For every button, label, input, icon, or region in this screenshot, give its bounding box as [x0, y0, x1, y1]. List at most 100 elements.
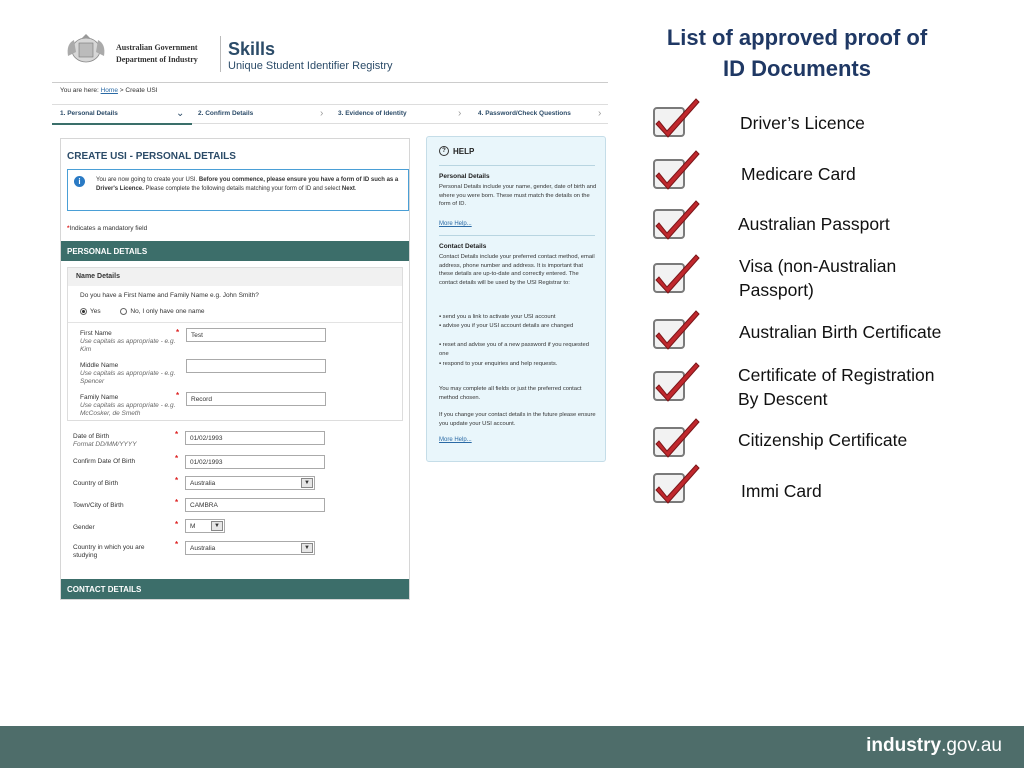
info-text: You are now going to create your USI. Be…	[96, 177, 399, 192]
footer-logo-rest: .gov.au	[941, 735, 1002, 756]
town-of-birth-label: Town/City of Birth	[73, 502, 124, 509]
list-title-line-1: List of approved proof of	[666, 25, 928, 50]
list-title-line-2: ID Documents	[723, 56, 871, 81]
gov-line-1: Australian Government	[116, 43, 198, 52]
chevron-down-icon: ▼	[211, 521, 223, 531]
active-step-indicator	[52, 123, 192, 125]
contact-details-bar: CONTACT DETAILS	[61, 579, 409, 599]
doc-registration-line-2: By Descent	[738, 389, 828, 409]
country-of-birth-value: Australia	[190, 480, 216, 487]
info-box: i You are now going to create your USI. …	[67, 169, 409, 211]
footer-logo: industry.gov.au	[866, 735, 1002, 757]
confirm-dob-input[interactable]: 01/02/1993	[185, 455, 325, 469]
town-of-birth-input[interactable]: CAMBRA	[185, 498, 325, 512]
brand-title: Skills	[228, 39, 276, 59]
country-of-birth-label: Country of Birth	[73, 480, 119, 487]
help-bullet: ▪ respond to your enquiries and help req…	[439, 361, 558, 367]
chevron-down-icon: ▼	[301, 478, 313, 488]
footer-bar: industry.gov.au	[0, 726, 1024, 768]
country-of-study-select[interactable]: Australia ▼	[185, 541, 315, 555]
first-name-label: First Name Use capitals as appropriate -…	[80, 330, 176, 354]
dob-hint: Format DD/MM/YYYY	[73, 441, 137, 448]
help-bullet-text: respond to your enquiries and help reque…	[442, 361, 558, 367]
gender-value: M	[190, 523, 196, 530]
divider	[439, 235, 595, 236]
divider	[52, 82, 608, 83]
checkmark-icon	[650, 416, 702, 462]
help-panel: ? HELP Personal Details Personal Details…	[426, 136, 606, 462]
personal-details-bar: PERSONAL DETAILS	[61, 241, 409, 261]
chevron-right-icon: ›	[320, 108, 324, 119]
middle-name-input[interactable]	[186, 359, 326, 373]
checkmark-icon	[650, 308, 702, 354]
divider	[68, 322, 402, 323]
form-title: CREATE USI - PERSONAL DETAILS	[67, 151, 236, 162]
radio-no[interactable]	[120, 308, 128, 315]
divider	[220, 36, 221, 72]
name-radio-group: Yes No, I only have one name	[80, 308, 205, 315]
chevron-down-icon: ▼	[301, 543, 313, 553]
step-password-questions[interactable]: 4. Password/Check Questions	[478, 110, 571, 117]
breadcrumb-current: Create USI	[125, 87, 158, 94]
brand-subtitle: Unique Student Identifier Registry	[228, 60, 393, 72]
required-star: *	[175, 498, 179, 507]
required-star: *	[175, 430, 179, 439]
info-icon: i	[74, 176, 85, 187]
required-star: *	[175, 476, 179, 485]
middle-name-label-text: Middle Name	[80, 362, 119, 369]
doc-immi-card: Immi Card	[741, 481, 822, 501]
divider	[439, 165, 595, 166]
step-confirm-details[interactable]: 2. Confirm Details	[198, 110, 253, 117]
personal-details-form: CREATE USI - PERSONAL DETAILS i You are …	[60, 138, 410, 600]
country-of-study-value: Australia	[190, 545, 216, 552]
help-title: ? HELP	[439, 146, 475, 156]
radio-yes[interactable]	[80, 308, 87, 315]
help-personal-heading: Personal Details	[439, 173, 490, 180]
help-bullet: ▪ reset and advise you of a new password…	[439, 342, 589, 357]
more-help-link[interactable]: More Help...	[439, 437, 472, 443]
checkmark-icon	[650, 198, 702, 244]
gov-line-2: Department of Industry	[116, 55, 198, 64]
dob-label: Date of Birth Format DD/MM/YYYY	[73, 433, 173, 449]
help-bullet: ▪ advise you if your USI account details…	[439, 323, 574, 329]
required-star: *	[175, 520, 179, 529]
help-contact-heading: Contact Details	[439, 243, 487, 250]
doc-birth-certificate: Australian Birth Certificate	[739, 322, 942, 342]
more-help-link[interactable]: More Help...	[439, 221, 472, 227]
middle-name-hint: Use capitals as appropriate - e.g. Spenc…	[80, 370, 176, 385]
chevron-down-icon: ⌄	[176, 108, 185, 119]
name-question: Do you have a First Name and Family Name…	[80, 292, 259, 299]
step-evidence-of-identity[interactable]: 3. Evidence of Identity	[338, 110, 407, 117]
checkmark-icon	[650, 252, 702, 298]
gender-label: Gender	[73, 524, 95, 531]
breadcrumb-home-link[interactable]: Home	[101, 87, 118, 94]
name-details-heading: Name Details	[68, 268, 402, 286]
checkmark-icon	[650, 360, 702, 406]
help-bullet: ▪ send you a link to activate your USI a…	[439, 314, 556, 320]
help-complete-text: You may complete all fields or just the …	[439, 386, 582, 401]
help-bullet-text: send you a link to activate your USI acc…	[442, 314, 556, 320]
chevron-right-icon: ›	[598, 108, 602, 119]
help-title-text: HELP	[453, 147, 475, 156]
doc-visa: Visa (non-Australian Passport)	[739, 254, 896, 302]
doc-australian-passport: Australian Passport	[738, 214, 890, 234]
first-name-input[interactable]: Test	[186, 328, 326, 342]
gov-header: Australian Government Department of Indu…	[64, 30, 484, 72]
country-of-birth-select[interactable]: Australia ▼	[185, 476, 315, 490]
gender-select[interactable]: M ▼	[185, 519, 225, 533]
step-personal-details[interactable]: 1. Personal Details	[60, 110, 118, 117]
required-star: *	[176, 328, 180, 337]
doc-visa-line-2: Passport)	[739, 280, 814, 300]
help-bullet-text: reset and advise you of a new password i…	[439, 342, 589, 357]
gov-text: Australian Government Department of Indu…	[116, 42, 198, 66]
mandatory-note-text: Indicates a mandatory field	[69, 225, 148, 232]
confirm-dob-label: Confirm Date Of Birth	[73, 458, 136, 465]
info-text-part: Please complete the following details ma…	[145, 186, 341, 192]
info-text-part: You are now going to create your USI.	[96, 177, 198, 183]
doc-drivers-licence: Driver’s Licence	[740, 113, 865, 133]
help-personal-text: Personal Details include your name, gend…	[439, 184, 597, 208]
checkmark-icon	[650, 148, 702, 194]
country-of-study-label: Country in which you are studying	[73, 544, 145, 559]
dob-input[interactable]: 01/02/1993	[185, 431, 325, 445]
family-name-input[interactable]: Record	[186, 392, 326, 406]
